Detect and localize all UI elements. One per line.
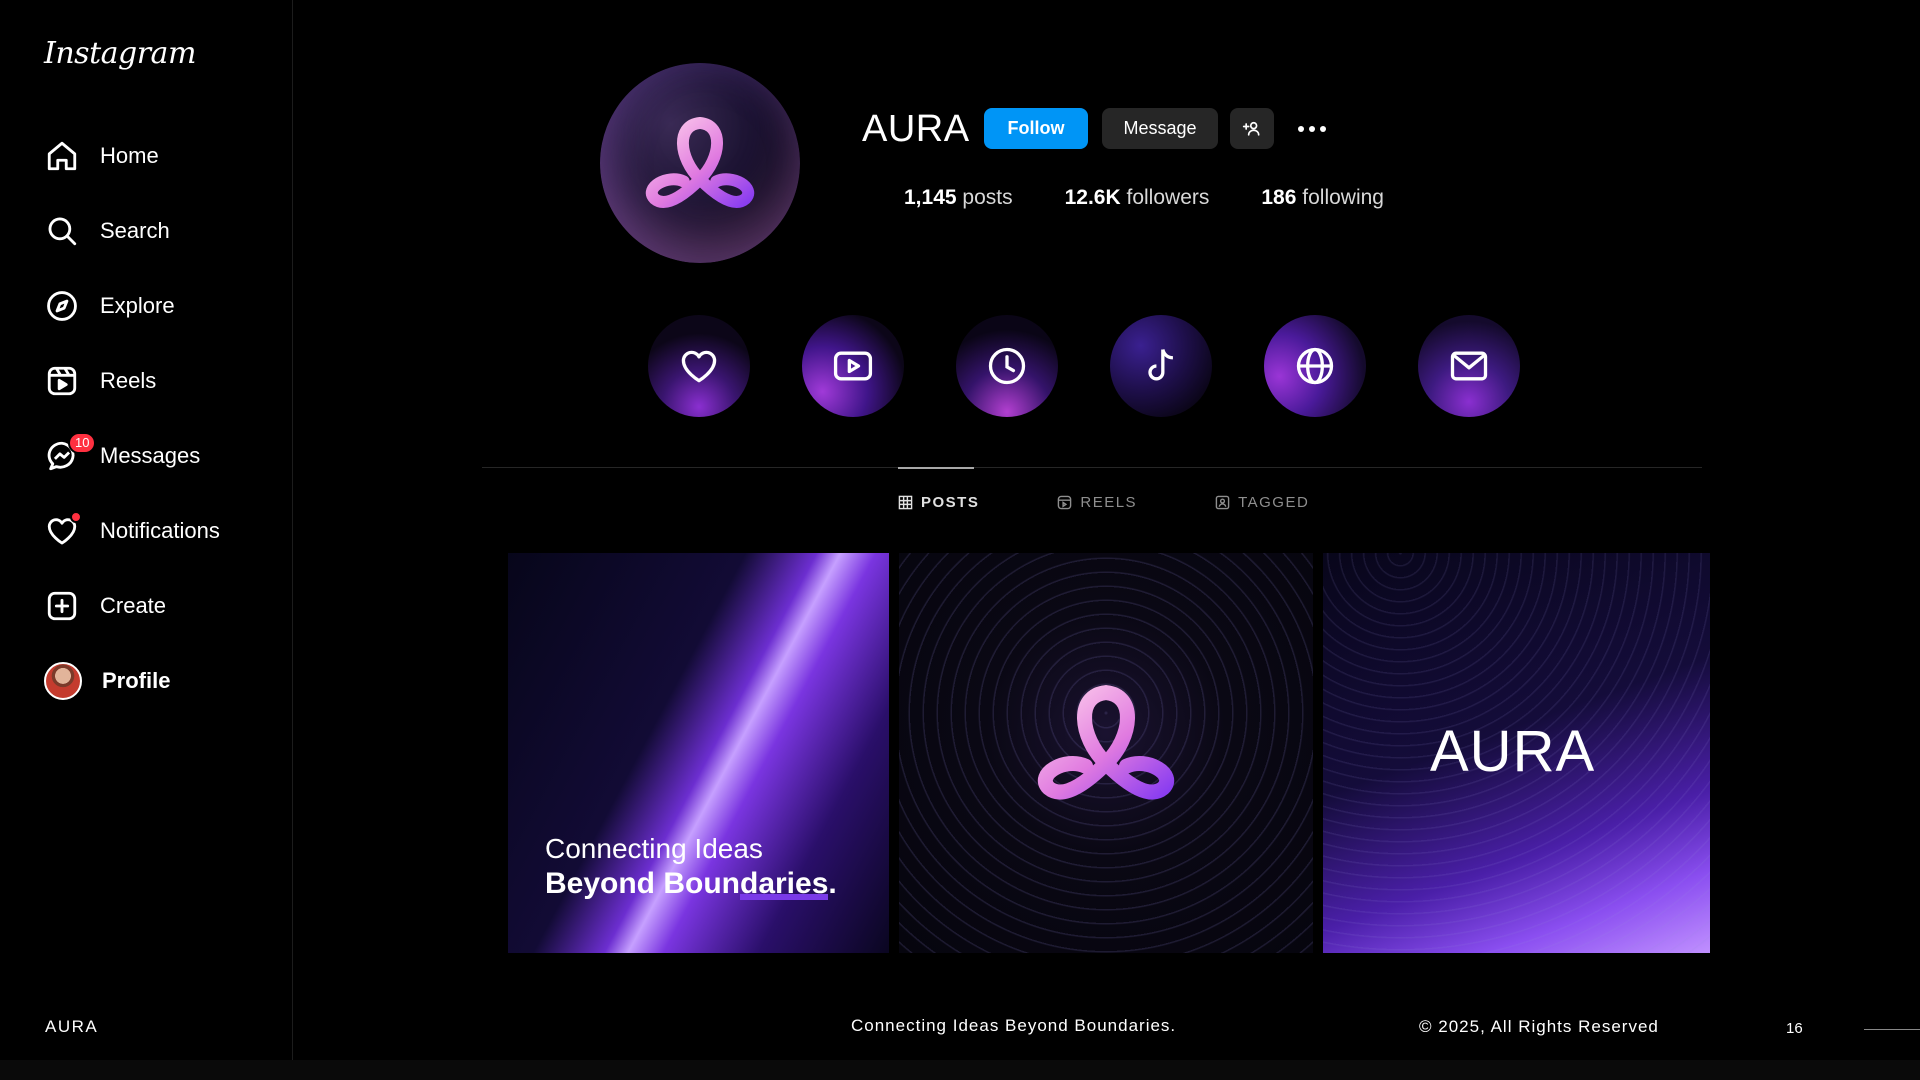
post-tile-3[interactable]: AURA bbox=[1323, 553, 1710, 953]
nav-label-reels: Reels bbox=[100, 367, 157, 393]
profile-stats: 1,145 posts 12.6K followers 186 followin… bbox=[904, 186, 1384, 210]
nav-menu: Home Search Explore Reels 10 Messages No… bbox=[44, 118, 220, 718]
search-icon bbox=[44, 213, 80, 249]
messenger-icon: 10 bbox=[44, 431, 97, 474]
post3-brand-word: AURA bbox=[1430, 719, 1596, 784]
nav-label-create: Create bbox=[100, 592, 167, 618]
nav-label-profile: Profile bbox=[102, 667, 171, 693]
followers-label: followers bbox=[1126, 186, 1210, 209]
more-icon bbox=[1298, 125, 1326, 132]
aura-logo-icon bbox=[1038, 685, 1174, 800]
avatar bbox=[44, 661, 82, 700]
footer-brand: AURA bbox=[45, 1017, 99, 1036]
nav-label-search: Search bbox=[100, 217, 170, 243]
highlight-clock[interactable] bbox=[956, 315, 1058, 417]
followers-count[interactable]: 12.6K followers bbox=[1065, 186, 1210, 210]
post-tile-1[interactable]: Connecting Ideas Beyond Boundaries. bbox=[508, 553, 889, 953]
instagram-logo[interactable]: Instagram bbox=[44, 36, 196, 71]
nav-label-explore: Explore bbox=[100, 292, 175, 318]
post1-line2: Beyond Boundaries. bbox=[545, 867, 837, 901]
following-count[interactable]: 186 following bbox=[1261, 186, 1384, 210]
post-tile-2[interactable] bbox=[899, 553, 1313, 953]
compass-icon bbox=[44, 288, 80, 324]
nav-label-messages: Messages bbox=[100, 442, 201, 468]
sidebar: Instagram Home Search Explore Reels 10 M… bbox=[0, 0, 293, 1060]
bottom-strip bbox=[0, 1060, 1920, 1080]
active-tab-indicator bbox=[898, 467, 974, 469]
grid-icon bbox=[898, 495, 913, 510]
following-value: 186 bbox=[1261, 186, 1297, 209]
post1-line2-c: . bbox=[828, 867, 837, 900]
nav-item-explore[interactable]: Explore bbox=[44, 268, 220, 343]
post1-caption: Connecting Ideas Beyond Boundaries. bbox=[545, 833, 837, 901]
reels-icon bbox=[1058, 495, 1072, 510]
footer-page-number: 16 bbox=[1786, 1020, 1803, 1037]
post1-line1: Connecting Ideas bbox=[545, 833, 763, 864]
message-button[interactable]: Message bbox=[1102, 108, 1218, 149]
posts-value: 1,145 bbox=[904, 186, 957, 209]
nav-item-reels[interactable]: Reels bbox=[44, 343, 220, 418]
footer-tagline: Connecting Ideas Beyond Boundaries. bbox=[851, 1016, 1177, 1035]
following-label: following bbox=[1302, 186, 1384, 209]
highlight-heart[interactable] bbox=[648, 315, 750, 417]
story-highlights bbox=[648, 315, 1520, 417]
profile-tabs: POSTS REELS TAGGED bbox=[898, 494, 1309, 511]
heart-icon bbox=[44, 510, 82, 549]
highlight-globe[interactable] bbox=[1264, 315, 1366, 417]
follow-button[interactable]: Follow bbox=[984, 108, 1088, 149]
messages-badge: 10 bbox=[68, 431, 97, 454]
nav-item-search[interactable]: Search bbox=[44, 193, 220, 268]
nav-label-home: Home bbox=[100, 142, 159, 168]
home-icon bbox=[44, 138, 80, 174]
heart-icon bbox=[681, 350, 717, 383]
highlight-mail[interactable] bbox=[1418, 315, 1520, 417]
globe-icon bbox=[1296, 347, 1334, 385]
suggest-user-button[interactable] bbox=[1230, 108, 1274, 149]
reels-icon bbox=[44, 363, 80, 399]
footer-copyright: © 2025, All Rights Reserved bbox=[1419, 1017, 1659, 1036]
plus-square-icon bbox=[44, 588, 80, 624]
play-icon bbox=[833, 351, 873, 381]
clock-icon bbox=[988, 347, 1026, 385]
nav-item-profile[interactable]: Profile bbox=[44, 643, 220, 718]
followers-value: 12.6K bbox=[1064, 186, 1121, 209]
tiktok-icon bbox=[1148, 349, 1174, 381]
add-user-icon bbox=[1242, 121, 1260, 136]
nav-item-create[interactable]: Create bbox=[44, 568, 220, 643]
post1-line2-a: Beyond Boun bbox=[545, 867, 740, 900]
tab-tagged[interactable]: TAGGED bbox=[1215, 494, 1309, 511]
mail-icon bbox=[1450, 351, 1488, 381]
post1-line2-b: daries bbox=[740, 867, 829, 900]
highlight-video[interactable] bbox=[802, 315, 904, 417]
posts-count[interactable]: 1,145 posts bbox=[904, 186, 1013, 210]
tab-posts-label: POSTS bbox=[921, 494, 980, 511]
tabs-divider bbox=[482, 467, 1702, 468]
tag-user-icon bbox=[1215, 495, 1230, 510]
aura-logo-icon bbox=[646, 116, 754, 208]
nav-item-notifications[interactable]: Notifications bbox=[44, 493, 220, 568]
footer-divider-line bbox=[1864, 1029, 1920, 1030]
more-options-button[interactable] bbox=[1290, 108, 1334, 149]
tab-tagged-label: TAGGED bbox=[1238, 494, 1310, 511]
tab-reels-label: REELS bbox=[1080, 494, 1138, 511]
nav-item-home[interactable]: Home bbox=[44, 118, 220, 193]
posts-label: posts bbox=[962, 186, 1013, 209]
tab-posts[interactable]: POSTS bbox=[898, 494, 979, 511]
notification-dot bbox=[70, 510, 82, 523]
tab-reels[interactable]: REELS bbox=[1057, 494, 1137, 511]
profile-username: AURA bbox=[862, 108, 970, 150]
nav-label-notifications: Notifications bbox=[100, 517, 220, 543]
profile-picture[interactable] bbox=[600, 63, 800, 263]
highlight-tiktok[interactable] bbox=[1110, 315, 1212, 417]
nav-item-messages[interactable]: 10 Messages bbox=[44, 418, 220, 493]
